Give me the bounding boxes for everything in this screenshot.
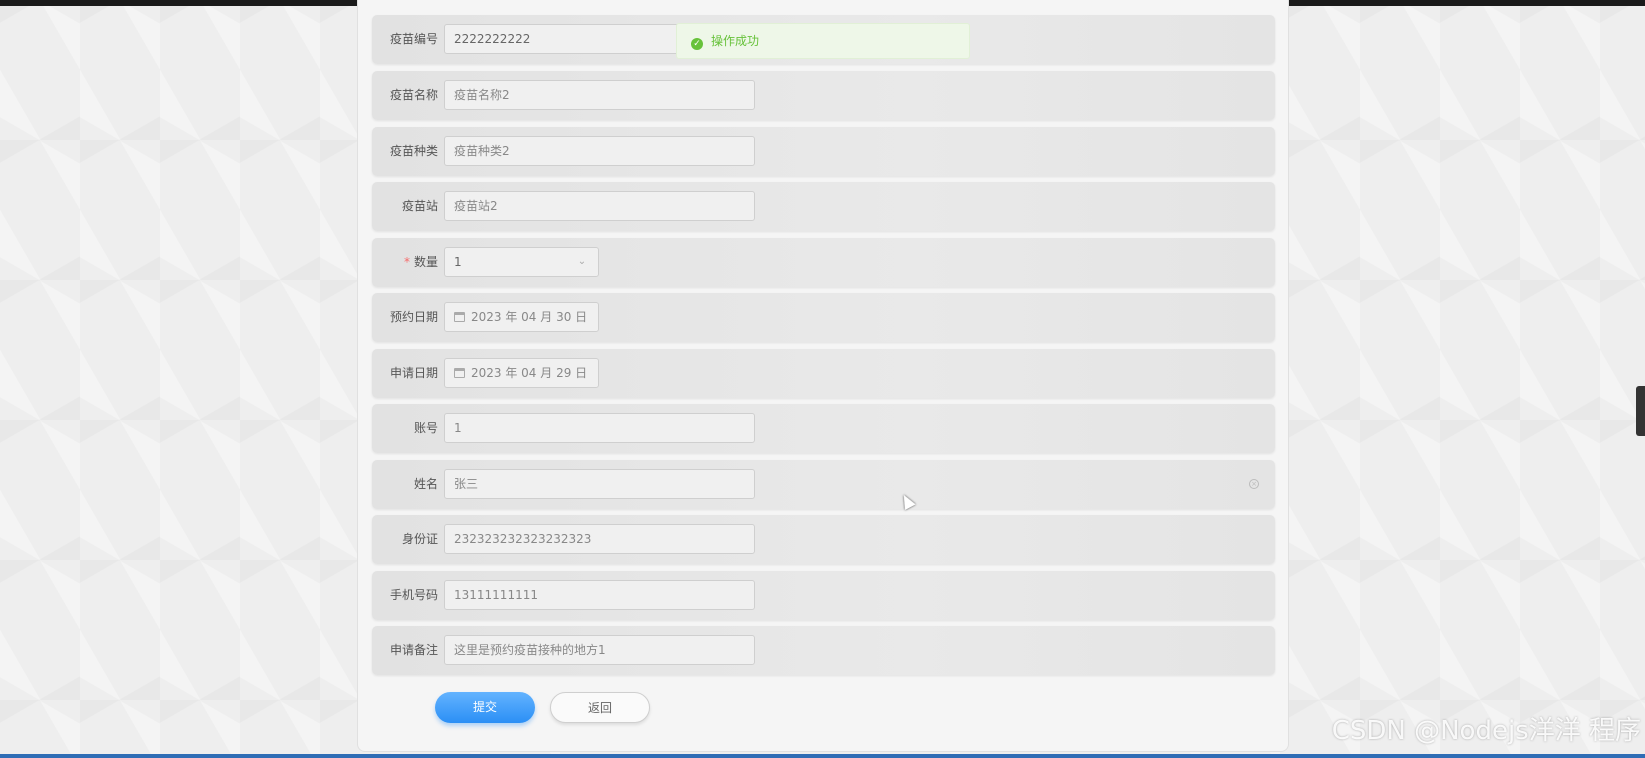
- vaccine-name-input[interactable]: 疫苗名称2: [444, 80, 755, 110]
- name-input[interactable]: 张三: [444, 469, 755, 499]
- required-mark: *: [403, 255, 410, 269]
- vaccine-name-label: 疫苗名称: [389, 88, 438, 102]
- toast-message: 操作成功: [711, 34, 760, 48]
- quantity-label: * 数量: [372, 238, 438, 287]
- application-date-label: 申请日期: [389, 366, 438, 380]
- form-row-vaccine-type: 疫苗种类 疫苗种类2: [372, 127, 1275, 176]
- account-input[interactable]: 1: [444, 413, 755, 443]
- remarks-input[interactable]: 这里是预约疫苗接种的地方1: [444, 635, 755, 665]
- submit-button[interactable]: 提交: [435, 692, 535, 723]
- quantity-label-text: 数量: [413, 255, 438, 269]
- success-toast: ✓ 操作成功: [676, 23, 970, 59]
- calendar-icon: [454, 368, 465, 378]
- id-card-label: 身份证: [401, 532, 438, 546]
- appointment-date-picker[interactable]: 2023 年 04 月 30 日: [444, 302, 599, 332]
- quantity-select[interactable]: 1 ⌄: [444, 247, 599, 277]
- vaccine-number-label: 疫苗编号: [389, 32, 438, 46]
- id-card-input[interactable]: 232323232323232323: [444, 524, 755, 554]
- application-date-picker[interactable]: 2023 年 04 月 29 日: [444, 358, 599, 388]
- form-row-quantity: * 数量 1 ⌄: [372, 238, 1275, 287]
- form-row-name: 姓名 张三 ×: [372, 460, 1275, 509]
- vaccine-station-label: 疫苗站: [401, 199, 438, 213]
- form-row-account: 账号 1: [372, 404, 1275, 453]
- name-label: 姓名: [413, 477, 438, 491]
- form-row-appointment-date: 预约日期 2023 年 04 月 30 日: [372, 293, 1275, 342]
- chevron-down-icon: ⌄: [577, 256, 587, 267]
- check-circle-icon: ✓: [691, 38, 703, 50]
- quantity-selected-value: 1: [454, 255, 462, 269]
- watermark-text: CSDN @Nodejs洋洋 程序: [1331, 716, 1641, 746]
- application-date-value: 2023 年 04 月 29 日: [471, 366, 588, 380]
- form-row-phone: 手机号码 13111111111: [372, 571, 1275, 620]
- form-row-application-date: 申请日期 2023 年 04 月 29 日: [372, 349, 1275, 398]
- form-row-id-card: 身份证 232323232323232323: [372, 515, 1275, 564]
- account-label: 账号: [413, 421, 438, 435]
- taskbar-edge: [0, 754, 1645, 758]
- remarks-label: 申请备注: [389, 643, 438, 657]
- vaccine-station-input[interactable]: 疫苗站2: [444, 191, 755, 221]
- appointment-date-value: 2023 年 04 月 30 日: [471, 310, 588, 324]
- calendar-icon: [454, 312, 465, 322]
- side-scroll-handle[interactable]: [1636, 386, 1645, 436]
- form-row-vaccine-name: 疫苗名称 疫苗名称2: [372, 71, 1275, 120]
- phone-label: 手机号码: [389, 588, 438, 602]
- back-button[interactable]: 返回: [550, 692, 650, 723]
- vaccine-type-input[interactable]: 疫苗种类2: [444, 136, 755, 166]
- phone-input[interactable]: 13111111111: [444, 580, 755, 610]
- vaccine-type-label: 疫苗种类: [389, 144, 438, 158]
- form-row-remarks: 申请备注 这里是预约疫苗接种的地方1: [372, 626, 1275, 675]
- form-row-vaccine-station: 疫苗站 疫苗站2: [372, 182, 1275, 231]
- appointment-date-label: 预约日期: [389, 310, 438, 324]
- clear-icon[interactable]: ×: [1249, 479, 1259, 489]
